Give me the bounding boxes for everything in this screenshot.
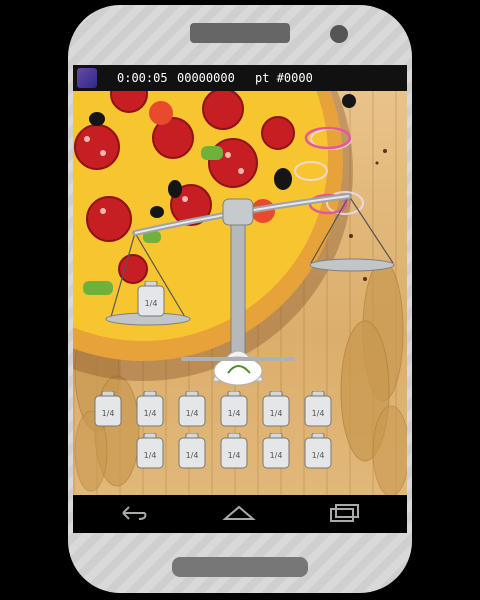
screen: 0:00:05 00000000 pt #0000 1/4 1/4 1/4 1/… [73, 65, 407, 533]
weight-icon: 1/4 [137, 280, 165, 317]
weight-row2-2[interactable]: 1/4 [177, 432, 207, 473]
weight-icon: 1/4 [220, 390, 248, 427]
weight-label: 1/4 [186, 409, 199, 418]
weight-label: 1/4 [144, 451, 157, 460]
weight-label: 1/4 [228, 451, 241, 460]
weight-icon: 1/4 [136, 432, 164, 469]
weight-row1-6[interactable]: 1/4 [303, 390, 333, 431]
weight-label: 1/4 [312, 451, 325, 460]
recent-apps-icon[interactable] [327, 503, 361, 523]
weight-row1-1[interactable]: 1/4 [93, 390, 123, 431]
weight-icon: 1/4 [262, 390, 290, 427]
weight-label: 1/4 [228, 409, 241, 418]
weight-row2-4[interactable]: 1/4 [261, 432, 291, 473]
game-area[interactable]: 1/4 1/4 1/4 1/4 1/4 1/4 1/4 1/4 1/4 1/4 1/4 1/4 [73, 91, 407, 495]
weight-label: 1/4 [270, 451, 283, 460]
status-bar: 0:00:05 00000000 pt #0000 [73, 65, 407, 91]
weight-row1-4[interactable]: 1/4 [219, 390, 249, 431]
weight-label: 1/4 [186, 451, 199, 460]
pizza [73, 91, 387, 381]
weight-label: 1/4 [144, 409, 157, 418]
app-icon[interactable] [77, 68, 97, 88]
weight-row1-5[interactable]: 1/4 [261, 390, 291, 431]
home-icon[interactable] [221, 503, 257, 523]
nav-bar [73, 495, 407, 533]
weight-label: 1/4 [102, 409, 115, 418]
pt-counter: pt #0000 [255, 71, 313, 85]
weight-icon: 1/4 [262, 432, 290, 469]
phone-camera [330, 25, 348, 43]
weight-row2-5[interactable]: 1/4 [303, 432, 333, 473]
weight-icon: 1/4 [178, 390, 206, 427]
weight-row2-1[interactable]: 1/4 [135, 432, 165, 473]
weight-icon: 1/4 [178, 432, 206, 469]
score: 00000000 [177, 71, 235, 85]
weight-label: 1/4 [270, 409, 283, 418]
weight-on-left-pan[interactable]: 1/4 [136, 280, 166, 321]
back-icon[interactable] [117, 503, 151, 523]
weight-icon: 1/4 [220, 432, 248, 469]
weight-icon: 1/4 [304, 390, 332, 427]
weight-label: 1/4 [145, 299, 158, 308]
timer: 0:00:05 [117, 71, 168, 85]
weight-icon: 1/4 [136, 390, 164, 427]
phone-home-button[interactable] [172, 557, 308, 577]
weight-row1-2[interactable]: 1/4 [135, 390, 165, 431]
weight-row1-3[interactable]: 1/4 [177, 390, 207, 431]
weight-icon: 1/4 [304, 432, 332, 469]
weight-label: 1/4 [312, 409, 325, 418]
phone-speaker [190, 23, 290, 43]
wheat-right-icon [340, 260, 407, 495]
weight-row2-3[interactable]: 1/4 [219, 432, 249, 473]
weight-icon: 1/4 [94, 390, 122, 427]
